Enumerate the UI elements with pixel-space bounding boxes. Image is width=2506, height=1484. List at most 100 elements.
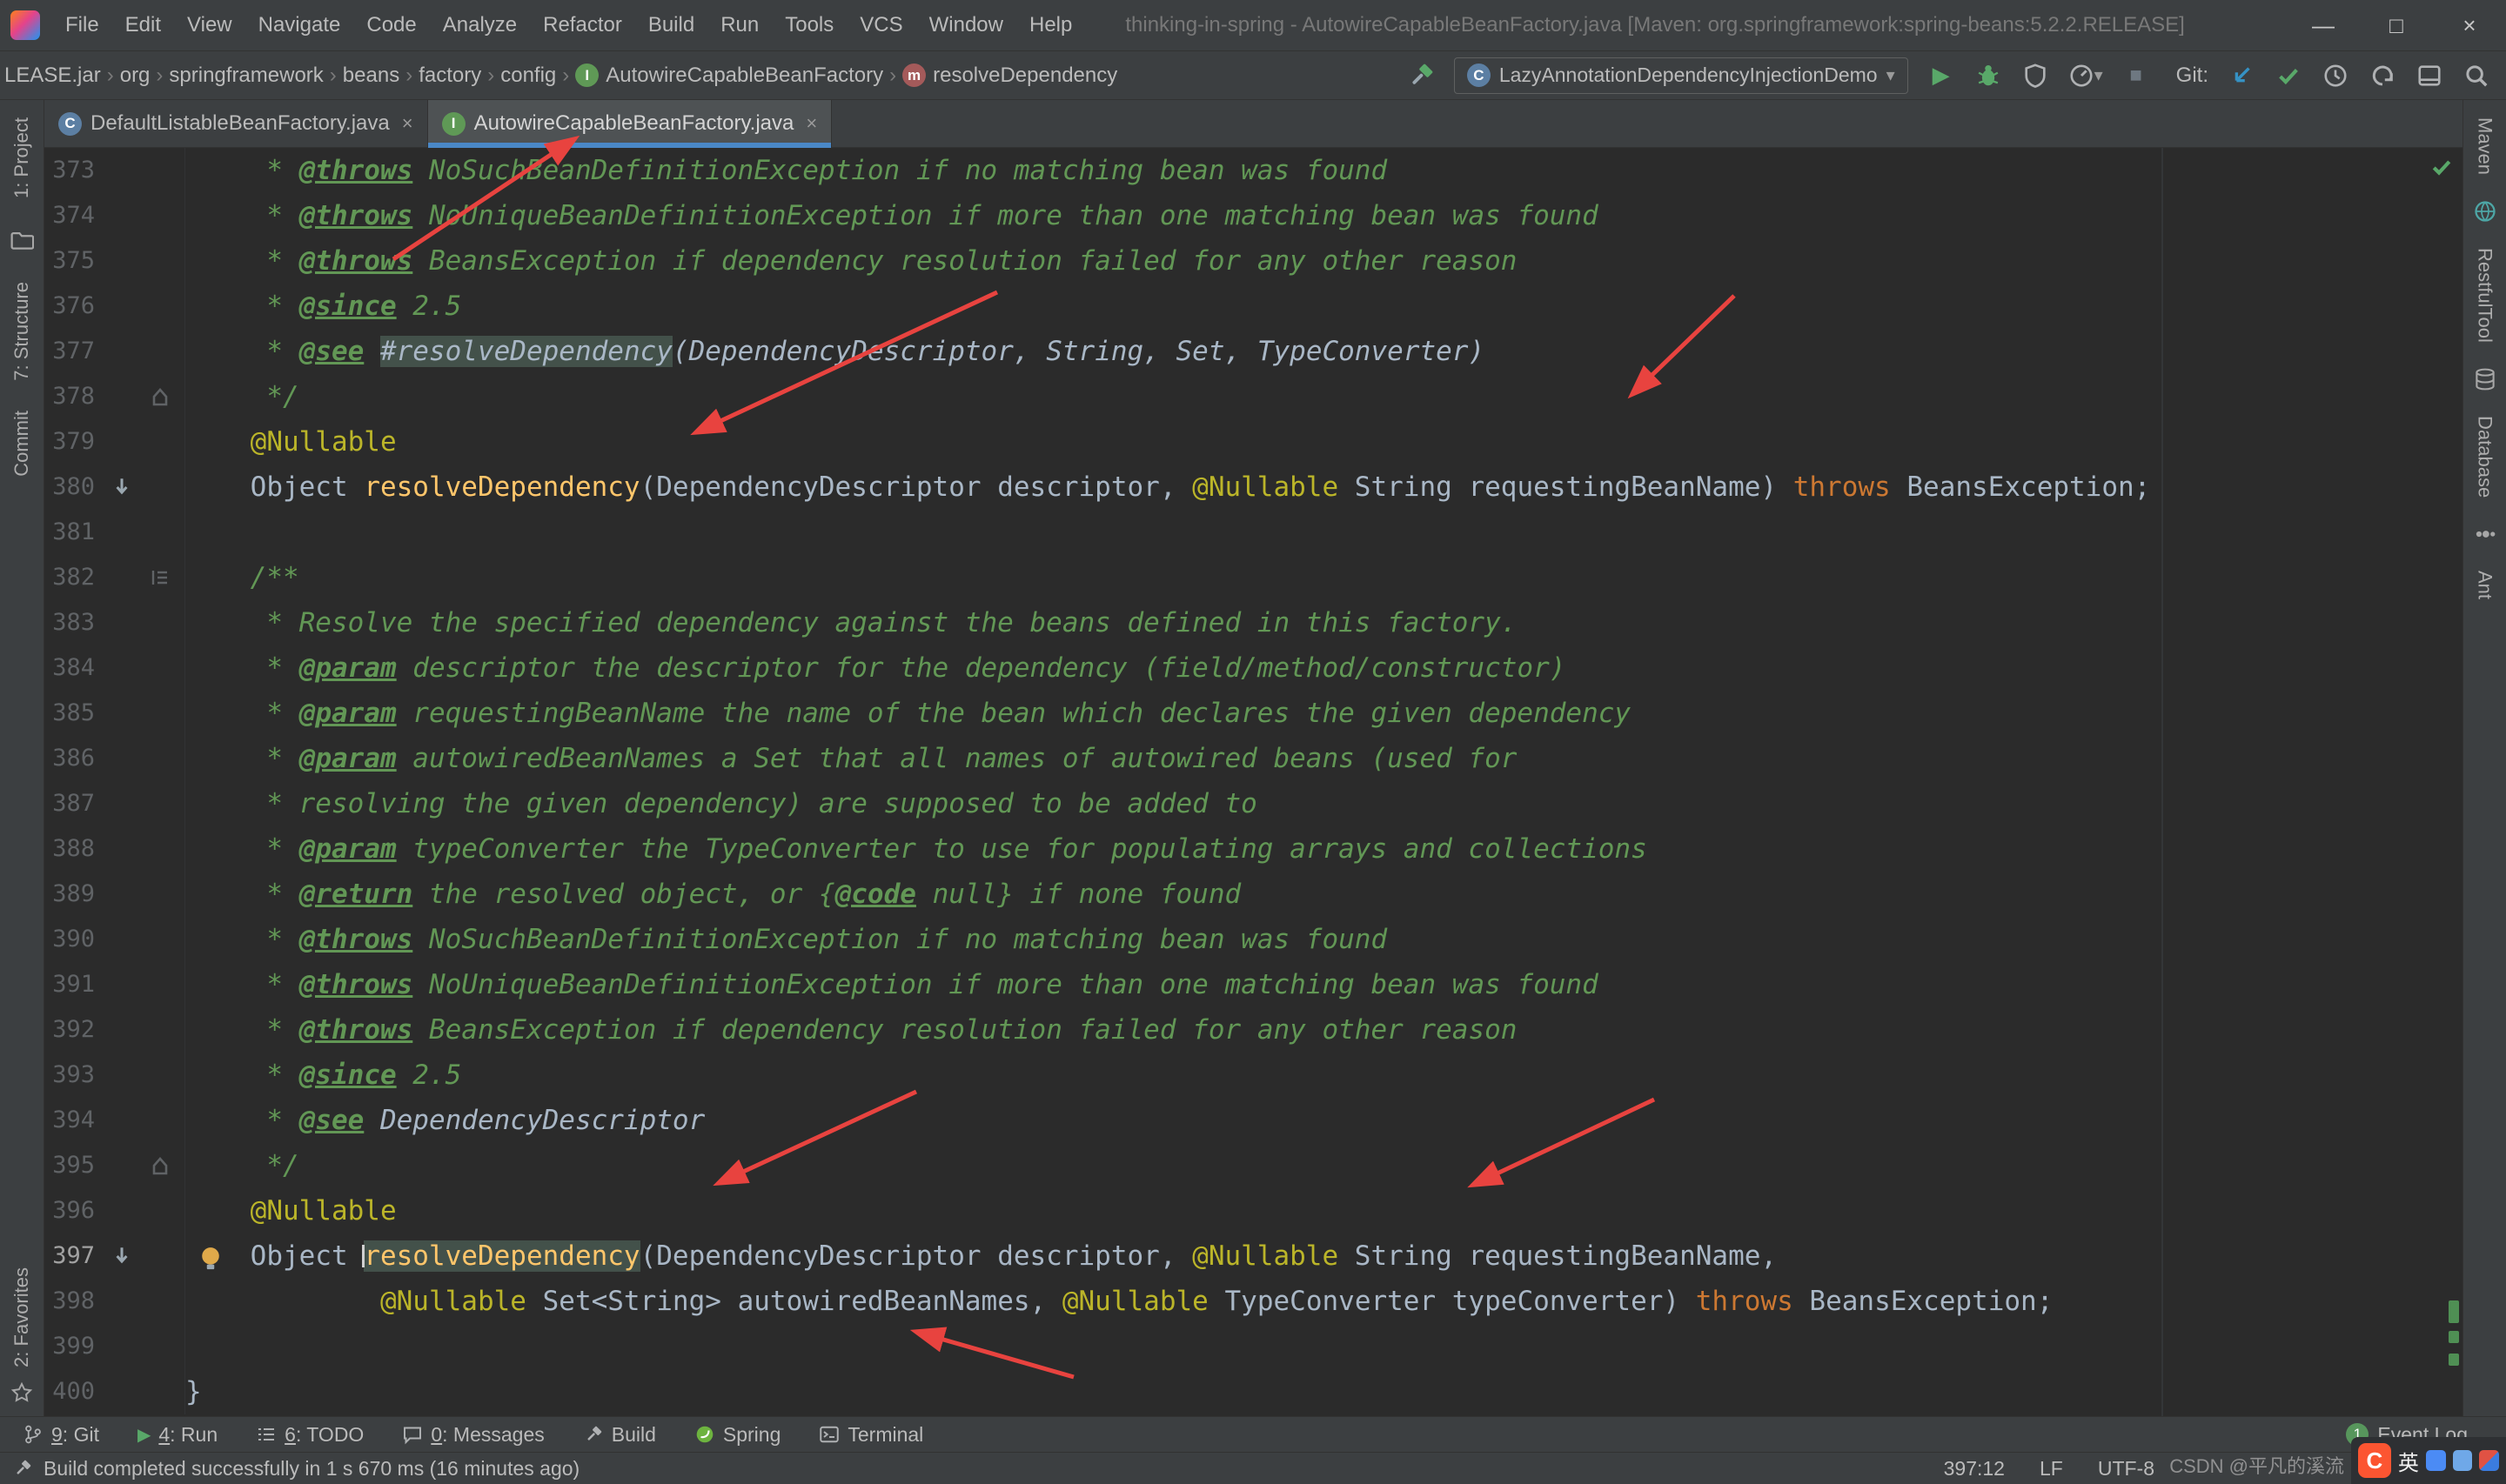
tool-button-commit[interactable]: Commit bbox=[10, 411, 33, 477]
gutter: 384 bbox=[44, 645, 185, 691]
menu-code[interactable]: Code bbox=[353, 13, 429, 37]
profiler-button[interactable]: ▾ bbox=[2068, 58, 2103, 93]
coverage-button[interactable] bbox=[2021, 58, 2049, 93]
menu-navigate[interactable]: Navigate bbox=[245, 13, 354, 37]
tool-button-ant[interactable]: Ant bbox=[2474, 571, 2496, 599]
run-toolbar: C LazyAnnotationDependencyInjectionDemo … bbox=[1407, 57, 2506, 94]
tool-window-label: 4: Run bbox=[158, 1422, 218, 1446]
debug-button[interactable] bbox=[1974, 58, 2002, 93]
tool-button-maven[interactable]: Maven bbox=[2474, 117, 2496, 175]
history-button[interactable] bbox=[2322, 58, 2349, 93]
tool-window-button-6-todo[interactable]: 6: TODO bbox=[256, 1423, 364, 1447]
code-line-394: 394 * @see DependencyDescriptor bbox=[44, 1098, 2462, 1143]
run-config-select[interactable]: C LazyAnnotationDependencyInjectionDemo … bbox=[1453, 57, 1908, 94]
fold-marker-icon[interactable] bbox=[150, 386, 171, 407]
code-text: * @param requestingBeanName the name of … bbox=[185, 698, 1632, 729]
folder-icon[interactable] bbox=[10, 228, 34, 252]
line-separator[interactable]: LF bbox=[2040, 1457, 2063, 1481]
code-line-382: 382 /** bbox=[44, 555, 2462, 600]
breadcrumb-item-factory[interactable]: factory bbox=[414, 62, 486, 90]
build-status-icon bbox=[12, 1458, 33, 1479]
gutter: 373 bbox=[44, 148, 185, 193]
render-doc-toggle-icon[interactable] bbox=[150, 567, 171, 588]
tool-window-button-terminal[interactable]: Terminal bbox=[819, 1423, 923, 1447]
commit-button[interactable] bbox=[2275, 58, 2302, 93]
breadcrumb-item-resolvedependency[interactable]: m resolveDependency bbox=[898, 62, 1122, 90]
breadcrumb-item-autowirecapablebeanfactory[interactable]: I AutowireCapableBeanFactory bbox=[571, 62, 888, 90]
update-project-button[interactable] bbox=[2228, 58, 2255, 93]
rollback-button[interactable] bbox=[2369, 58, 2396, 93]
tool-window-button-4-run[interactable]: ▶ 4: Run bbox=[137, 1423, 218, 1447]
line-number: 374 bbox=[52, 202, 95, 229]
code-editor[interactable]: 373 * @throws NoSuchBeanDefinitionExcept… bbox=[44, 148, 2462, 1416]
breadcrumb-separator: › bbox=[889, 63, 897, 87]
caret-position[interactable]: 397:12 bbox=[1944, 1457, 2005, 1481]
tool-window-button-spring[interactable]: Spring bbox=[694, 1423, 781, 1447]
tool-button-restfultool[interactable]: RestfulTool bbox=[2474, 248, 2496, 343]
method-icon: m bbox=[902, 64, 927, 87]
code-text: */ bbox=[185, 1150, 299, 1181]
tool-button-database[interactable]: Database bbox=[2474, 416, 2496, 498]
file-encoding[interactable]: UTF-8 bbox=[2098, 1457, 2154, 1481]
code-text: * @param autowiredBeanNames a Set that a… bbox=[185, 743, 1518, 774]
tool-window-button-0-messages[interactable]: 0: Messages bbox=[402, 1423, 545, 1447]
minimize-button[interactable]: — bbox=[2287, 12, 2360, 39]
fold-marker-icon[interactable] bbox=[150, 1155, 171, 1176]
code-line-386: 386 * @param autowiredBeanNames a Set th… bbox=[44, 736, 2462, 781]
diff-button[interactable] bbox=[2416, 58, 2443, 93]
tab-close-icon[interactable]: × bbox=[806, 112, 817, 135]
star-icon[interactable] bbox=[10, 1381, 33, 1404]
breadcrumb-item-org[interactable]: org bbox=[116, 62, 155, 90]
menu-window[interactable]: Window bbox=[916, 13, 1016, 37]
tool-button-7-structure[interactable]: 7: Structure bbox=[10, 282, 33, 381]
messages-icon bbox=[402, 1424, 423, 1445]
menu-run[interactable]: Run bbox=[707, 13, 772, 37]
build-hammer-button[interactable] bbox=[1407, 58, 1435, 93]
tool-button-2-favorites[interactable]: 2: Favorites bbox=[10, 1267, 33, 1367]
search-everywhere-button[interactable] bbox=[2462, 58, 2490, 93]
tool-window-button-9-git[interactable]: 9: Git bbox=[23, 1423, 99, 1447]
menu-file[interactable]: File bbox=[52, 13, 112, 37]
menu-refactor[interactable]: Refactor bbox=[530, 13, 635, 37]
database-icon[interactable] bbox=[2473, 367, 2497, 391]
left-tool-strip: 1: Project 7: Structure Commit 2: Favorites bbox=[0, 100, 44, 1416]
menu-edit[interactable]: Edit bbox=[112, 13, 174, 37]
tool-button-1-project[interactable]: 1: Project bbox=[10, 117, 33, 198]
inspections-ok-icon[interactable] bbox=[2429, 155, 2454, 184]
vcs-scroll-mark bbox=[2449, 1354, 2459, 1366]
spring-icon bbox=[694, 1424, 715, 1445]
code-text: @Nullable bbox=[250, 1195, 397, 1227]
line-number: 387 bbox=[52, 790, 95, 817]
gutter: 399 bbox=[44, 1324, 185, 1369]
menu-tools[interactable]: Tools bbox=[772, 13, 847, 37]
ime-settings-icon[interactable] bbox=[2452, 1450, 2473, 1471]
intention-bulb-icon[interactable] bbox=[196, 1241, 225, 1287]
close-button[interactable]: × bbox=[2433, 12, 2506, 39]
breadcrumb-item-lease-jar[interactable]: LEASE.jar bbox=[0, 62, 105, 90]
menu-view[interactable]: View bbox=[174, 13, 245, 37]
breadcrumb-item-springframework[interactable]: springframework bbox=[164, 62, 327, 90]
globe-icon[interactable] bbox=[2473, 199, 2497, 224]
maximize-button[interactable]: □ bbox=[2360, 12, 2433, 39]
menu-vcs[interactable]: VCS bbox=[847, 13, 915, 37]
tool-window-button-build[interactable]: Build bbox=[583, 1423, 656, 1447]
tab-autowirecapablebeanfactory-java[interactable]: I AutowireCapableBeanFactory.java × bbox=[427, 100, 833, 148]
ime-keyboard-icon[interactable] bbox=[2425, 1450, 2446, 1471]
tab-defaultlistablebeanfactory-java[interactable]: C DefaultListableBeanFactory.java × bbox=[44, 100, 428, 147]
stop-button[interactable]: ■ bbox=[2122, 58, 2150, 93]
line-number: 389 bbox=[52, 880, 95, 907]
tab-close-icon[interactable]: × bbox=[402, 112, 413, 135]
breadcrumb-item-beans[interactable]: beans bbox=[338, 62, 404, 90]
implemented-marker-icon[interactable] bbox=[111, 476, 133, 498]
breadcrumb-label: beans bbox=[342, 63, 400, 87]
menu-build[interactable]: Build bbox=[635, 13, 707, 37]
ant-icon[interactable] bbox=[2473, 522, 2497, 546]
breadcrumb-label: org bbox=[119, 63, 151, 87]
menu-analyze[interactable]: Analyze bbox=[430, 13, 530, 37]
code-line-392: 392 * @throws BeansException if dependen… bbox=[44, 1007, 2462, 1053]
menu-help[interactable]: Help bbox=[1016, 13, 1085, 37]
ime-skin-icon[interactable] bbox=[2479, 1450, 2500, 1471]
run-button[interactable]: ▶ bbox=[1927, 58, 1955, 93]
breadcrumb-item-config[interactable]: config bbox=[496, 62, 560, 90]
implemented-marker-icon[interactable] bbox=[111, 1245, 133, 1267]
